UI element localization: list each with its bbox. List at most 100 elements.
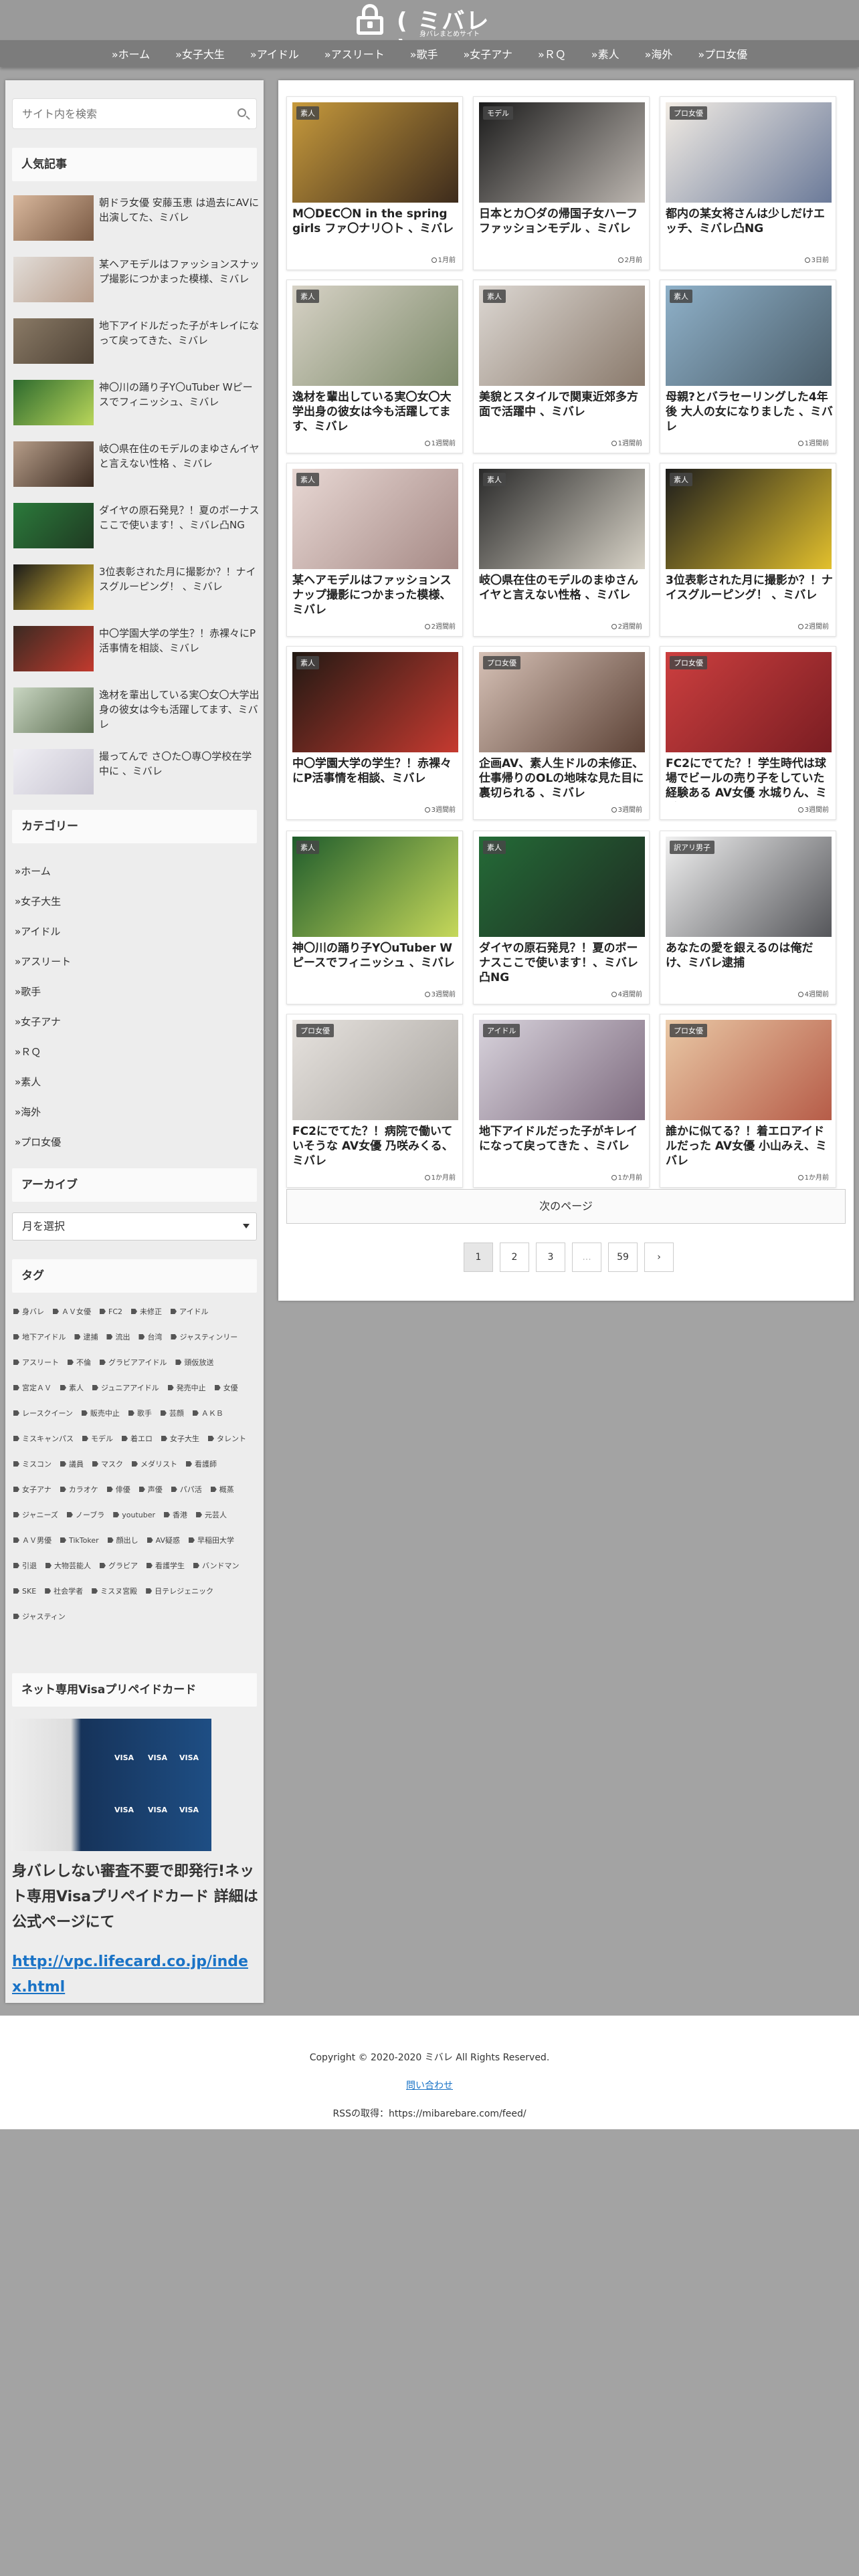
article-title[interactable]: 神〇川の踊り子Y〇uTuber Wピースでフィニッシュ 、ミバレ	[292, 941, 461, 970]
tag-link[interactable]: レースクイーン	[13, 1408, 73, 1419]
tag-link[interactable]: 台湾	[138, 1332, 162, 1343]
tag-link[interactable]: グラビアアイドル	[100, 1358, 167, 1368]
popular-item[interactable]: 3位表彰された月に撮影か？！ナイスグルーピング！ 、ミバレ	[13, 564, 258, 618]
article-card[interactable]: 素人 母親?とバラセーリングした4年後 大人の女になりました 、ミバレ 1週間前	[660, 280, 836, 453]
tag-link[interactable]: 日テレジェニック	[146, 1586, 213, 1597]
article-title[interactable]: 都内の某女将さんは少しだけエッチ、ミバレ凸NG	[666, 207, 834, 236]
contact-link[interactable]: 問い合わせ	[0, 2078, 859, 2092]
tag-link[interactable]: 宮定ＡＶ	[13, 1383, 52, 1394]
article-card[interactable]: 素人 美貌とスタイルで関東近郊多方面で活躍中 、ミバレ 1週間前	[473, 280, 650, 453]
category-announcer[interactable]: »女子アナ	[15, 1014, 61, 1029]
popular-item[interactable]: 朝ドラ女優 安藤玉恵 は過去にAVに出演してた、ミバレ	[13, 195, 259, 249]
category-idol[interactable]: »アイドル	[15, 924, 60, 938]
tag-link[interactable]: 逮捕	[74, 1332, 98, 1343]
article-title[interactable]: 地下アイドルだった子がキレイになって戻ってきた 、ミバレ	[479, 1124, 648, 1154]
popular-thumb[interactable]	[13, 441, 94, 487]
popular-item-title[interactable]: 逸材を輩出している実〇女〇大学出身の彼女は今も活躍してます、ミバレ	[99, 687, 260, 732]
tag-link[interactable]: 大物芸能人	[45, 1561, 91, 1572]
tag-link[interactable]: ミスコン	[13, 1459, 52, 1470]
tag-link[interactable]: 頭仮放送	[175, 1358, 213, 1368]
tag-link[interactable]: 流出	[106, 1332, 130, 1343]
page-3[interactable]: 3	[536, 1243, 565, 1272]
category-singer[interactable]: »歌手	[15, 984, 41, 998]
tag-link[interactable]: 歌手	[128, 1408, 152, 1419]
nav-athlete[interactable]: »アスリート	[324, 45, 385, 62]
search-icon[interactable]	[236, 107, 251, 122]
tag-link[interactable]: マスク	[92, 1459, 123, 1470]
popular-thumb[interactable]	[13, 380, 94, 425]
tag-link[interactable]: ジャスティン	[13, 1612, 66, 1622]
tag-link[interactable]: 素人	[60, 1383, 84, 1394]
article-card[interactable]: 素人 3位表彰された月に撮影か？！ナイスグルーピング！ 、ミバレ 2週間前	[660, 463, 836, 637]
page-next[interactable]: ›	[644, 1243, 674, 1272]
nav-rq[interactable]: »ＲＱ	[538, 45, 566, 62]
popular-thumb[interactable]	[13, 626, 94, 671]
tag-link[interactable]: タレント	[208, 1434, 246, 1444]
article-card[interactable]: 素人 中〇学園大学の学生？！赤裸々にP活事情を相談、ミバレ 3週間前	[286, 646, 463, 820]
article-title[interactable]: 3位表彰された月に撮影か？！ナイスグルーピング！ 、ミバレ	[666, 573, 834, 603]
tag-link[interactable]: ＡＶ男優	[13, 1535, 52, 1546]
archive-select[interactable]: 月を選択	[12, 1212, 257, 1241]
tag-link[interactable]: 社会学者	[45, 1586, 83, 1597]
article-card[interactable]: プロ女優 誰かに似てる？！着エロアイドルだった AV女優 小山みえ、ミバレ 1か月前	[660, 1014, 836, 1188]
category-amateur[interactable]: »素人	[15, 1075, 41, 1089]
site-logo[interactable]: ( ミバレ ) 身バレまとめサイト	[357, 3, 502, 62]
popular-thumb[interactable]	[13, 503, 94, 548]
article-card[interactable]: 素人 神〇川の踊り子Y〇uTuber Wピースでフィニッシュ 、ミバレ 3週間前	[286, 831, 463, 1004]
popular-item-title[interactable]: 地下アイドルだった子がキレイになって戻ってきた、ミバレ	[99, 318, 260, 348]
popular-item[interactable]: 地下アイドルだった子がキレイになって戻ってきた、ミバレ	[13, 318, 260, 372]
category-rq[interactable]: »ＲＱ	[15, 1045, 41, 1059]
article-card[interactable]: アイドル 地下アイドルだった子がキレイになって戻ってきた 、ミバレ 1か月前	[473, 1014, 650, 1188]
tag-link[interactable]: 議員	[60, 1459, 84, 1470]
tag-link[interactable]: ノーブラ	[66, 1510, 104, 1521]
popular-item-title[interactable]: 某ヘアモデルはファッションスナップ撮影につかまった模様、ミバレ	[99, 257, 260, 286]
popular-item[interactable]: ダイヤの原石発見？！夏のボーナスここで使います！、ミバレ凸NG	[13, 503, 260, 556]
article-title[interactable]: 中〇学園大学の学生？！赤裸々にP活事情を相談、ミバレ	[292, 756, 461, 786]
tag-link[interactable]: 早稲田大学	[189, 1535, 234, 1546]
tag-link[interactable]: TikToker	[60, 1535, 99, 1546]
tag-link[interactable]: ミスキャンパス	[13, 1434, 74, 1444]
tag-link[interactable]: パパ活	[171, 1485, 202, 1495]
tag-link[interactable]: 着エロ	[122, 1434, 153, 1444]
tag-link[interactable]: 地下アイドル	[13, 1332, 66, 1343]
category-pro[interactable]: »プロ女優	[15, 1135, 61, 1149]
article-card[interactable]: 素人 岐〇県在住のモデルのまゆさんイヤと言えない性格 、ミバレ 2週間前	[473, 463, 650, 637]
article-title[interactable]: 逸材を輩出している実〇女〇大学出身の彼女は今も活躍してます、ミバレ	[292, 390, 461, 434]
tag-link[interactable]: 元芸人	[196, 1510, 227, 1521]
tag-link[interactable]: カラオケ	[60, 1485, 98, 1495]
tag-link[interactable]: 声優	[138, 1485, 163, 1495]
tag-link[interactable]: アスリート	[13, 1358, 59, 1368]
tag-link[interactable]: 香港	[164, 1510, 187, 1521]
tag-link[interactable]: バンドマン	[193, 1561, 240, 1572]
article-card[interactable]: 素人 某ヘアモデルはファッションスナップ撮影につかまった模様、ミバレ 2週間前	[286, 463, 463, 637]
tag-link[interactable]: ＡＫＢ	[192, 1408, 223, 1419]
article-card[interactable]: 素人 M〇DEC〇N in the spring girls ファ〇ナリ〇ト 、ミ…	[286, 96, 463, 270]
popular-item[interactable]: 某ヘアモデルはファッションスナップ撮影につかまった模様、ミバレ	[13, 257, 260, 310]
card-ad-link[interactable]: http://vpc.lifecard.co.jp/index.html	[12, 1949, 261, 2000]
tag-link[interactable]: ジャスティンリー	[171, 1332, 237, 1343]
article-card[interactable]: 訳アリ男子 あなたの愛を銀えるのは俺だけ、ミバレ逮捕 4週間前	[660, 831, 836, 1004]
tag-link[interactable]: 看護学生	[147, 1561, 185, 1572]
popular-item-title[interactable]: 岐〇県在住のモデルのまゆさんイヤと言えない性格 、ミバレ	[99, 441, 260, 471]
tag-link[interactable]: 女子アナ	[13, 1485, 52, 1495]
article-card[interactable]: プロ女優 都内の某女将さんは少しだけエッチ、ミバレ凸NG 3日前	[660, 96, 836, 270]
tag-link[interactable]: メダリスト	[132, 1459, 177, 1470]
popular-item-title[interactable]: ダイヤの原石発見？！夏のボーナスここで使います！、ミバレ凸NG	[99, 503, 260, 532]
tag-link[interactable]: 発売中止	[167, 1383, 206, 1394]
popular-thumb[interactable]	[13, 195, 94, 241]
tag-link[interactable]: 顔出し	[107, 1535, 138, 1546]
nav-overseas[interactable]: »海外	[645, 45, 673, 62]
article-title[interactable]: 母親?とバラセーリングした4年後 大人の女になりました 、ミバレ	[666, 390, 834, 434]
popular-item-title[interactable]: 神〇川の踊り子Y〇uTuber Wピースでフィニッシュ、ミバレ	[99, 380, 260, 409]
tag-link[interactable]: 未修正	[131, 1307, 162, 1317]
popular-item[interactable]: 撮ってんで さ〇た〇専〇学校在学中に 、ミバレ	[13, 749, 258, 802]
article-card[interactable]: プロ女優 FC2にでてた？！病院で働いていそうな AV女優 乃咲みくる、ミバレ 1か…	[286, 1014, 463, 1188]
article-card[interactable]: 素人 ダイヤの原石発見？！夏のボーナスここで使います！、ミバレ凸NG 4週間前	[473, 831, 650, 1004]
tag-link[interactable]: 販売中止	[81, 1408, 120, 1419]
article-title[interactable]: FC2にでてた？！病院で働いていそうな AV女優 乃咲みくる、ミバレ	[292, 1124, 461, 1168]
nav-idol[interactable]: »アイドル	[250, 45, 299, 62]
popular-item-title[interactable]: 3位表彰された月に撮影か？！ナイスグルーピング！ 、ミバレ	[99, 564, 260, 594]
tag-link[interactable]: 看護師	[186, 1459, 217, 1470]
popular-item-title[interactable]: 中〇学園大学の学生？！赤裸々にP活事情を相談、ミバレ	[99, 626, 260, 655]
tag-link[interactable]: 概蒸	[210, 1485, 234, 1495]
